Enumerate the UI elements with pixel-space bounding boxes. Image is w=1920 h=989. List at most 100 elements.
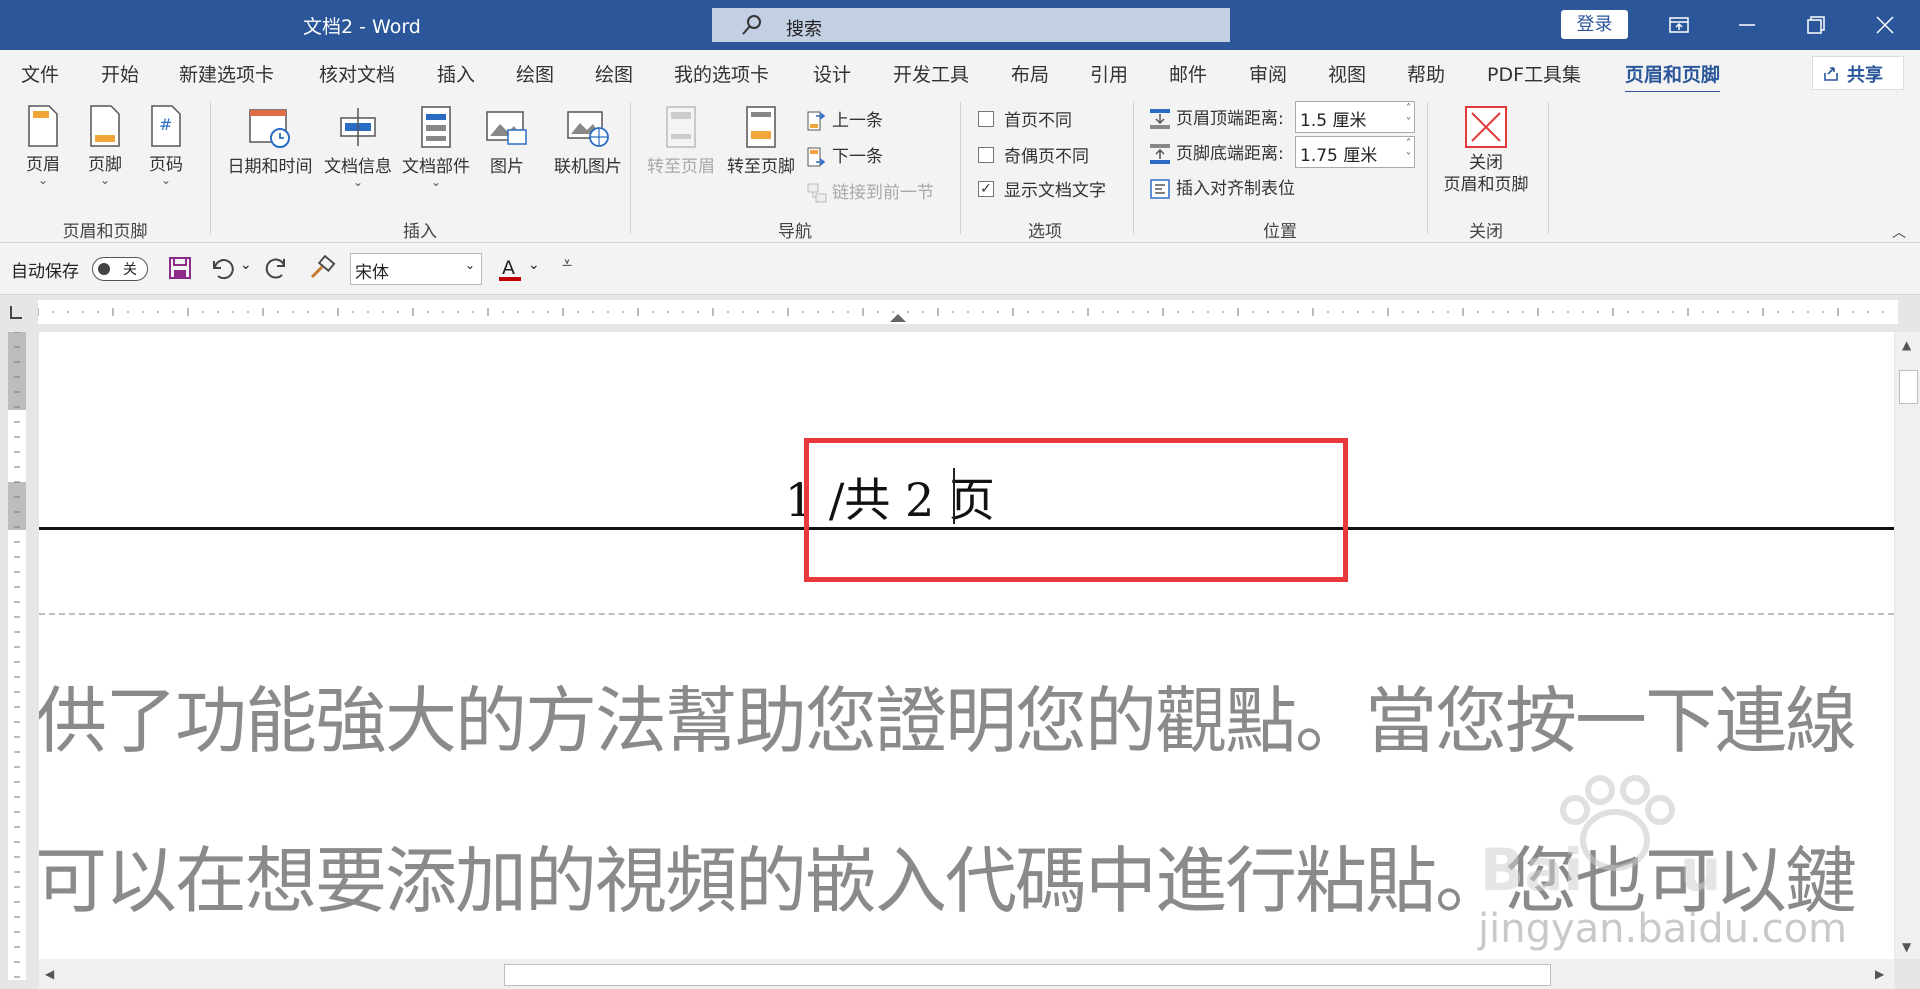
chevron-down-icon: ⌄ xyxy=(99,173,111,187)
search-box[interactable]: 搜索 xyxy=(712,8,1230,42)
goto-header-icon xyxy=(666,106,696,148)
tab-draw-2[interactable]: 绘图 xyxy=(595,60,633,87)
ribbon-display-options-icon[interactable] xyxy=(1659,10,1699,40)
goto-footer-icon xyxy=(746,106,776,148)
login-button[interactable]: 登录 xyxy=(1561,10,1628,39)
quick-parts-icon xyxy=(421,106,451,148)
tab-file[interactable]: 文件 xyxy=(21,60,59,87)
docinfo-button[interactable]: 文档信息 ⌄ xyxy=(322,104,394,189)
save-icon[interactable] xyxy=(167,255,193,281)
close-label-line1: 关闭 xyxy=(1469,153,1503,173)
chevron-down-icon: ⌄ xyxy=(352,175,364,189)
show-document-text-checkbox[interactable]: ✓ 显示文档文字 xyxy=(978,176,1106,201)
font-color-dropdown-icon[interactable]: ⌄ xyxy=(528,257,540,273)
goto-footer-label: 转至页脚 xyxy=(727,157,795,177)
quickparts-label: 文档部件 xyxy=(402,157,470,177)
goto-header-button[interactable]: 转至页眉 xyxy=(642,104,720,177)
indent-marker-icon[interactable] xyxy=(890,314,906,322)
spinner-arrows-icon[interactable]: ˄ ˅ xyxy=(1406,102,1411,130)
chevron-down-icon: ⌄ xyxy=(464,258,475,272)
tab-view[interactable]: 视图 xyxy=(1328,60,1366,87)
footer-button[interactable]: 页脚 ⌄ xyxy=(80,104,130,187)
autosave-state: 关 xyxy=(123,262,137,278)
scroll-right-icon[interactable]: ▶ xyxy=(1875,967,1884,981)
vertical-ruler[interactable] xyxy=(8,332,26,980)
tab-design[interactable]: 设计 xyxy=(813,60,851,87)
collapse-ribbon-icon[interactable]: ︿ xyxy=(1892,222,1906,242)
tab-review-doc[interactable]: 核对文档 xyxy=(319,60,395,87)
link-previous-button[interactable]: 链接到前一节 xyxy=(806,178,934,204)
svg-text:Bai: Bai xyxy=(1480,836,1583,904)
spinner-arrows-icon[interactable]: ˄ ˅ xyxy=(1406,137,1411,165)
alignment-tab-icon xyxy=(1150,179,1170,199)
tab-selector[interactable] xyxy=(0,296,34,328)
next-section-icon xyxy=(807,147,826,167)
header-top-spinner[interactable]: 1.5 厘米 ˄ ˅ xyxy=(1295,101,1415,133)
footer-bottom-spinner[interactable]: 1.75 厘米 ˄ ˅ xyxy=(1295,136,1415,168)
tab-draw-1[interactable]: 绘图 xyxy=(516,60,554,87)
online-picture-button[interactable]: 联机图片 xyxy=(549,104,627,177)
close-header-footer-button[interactable]: 关闭 页眉和页脚 xyxy=(1436,104,1536,196)
tab-my-tab[interactable]: 我的选项卡 xyxy=(674,60,769,87)
quick-access-toolbar: 自动保存 关 ⌄ 宋体 ⌄ A ⌄ ⩡ xyxy=(0,243,1920,295)
baidu-watermark-logo: Bai u xyxy=(1480,775,1721,904)
close-label-line2: 页眉和页脚 xyxy=(1443,175,1529,195)
tab-review[interactable]: 审阅 xyxy=(1249,60,1287,87)
autosave-toggle[interactable]: 关 xyxy=(92,257,148,281)
group-label-navigation: 导航 xyxy=(778,222,812,242)
different-odd-even-checkbox[interactable]: 奇偶页不同 xyxy=(978,142,1089,167)
close-window-icon[interactable] xyxy=(1865,10,1905,40)
different-odd-even-label: 奇偶页不同 xyxy=(1004,147,1089,167)
footer-bottom-label: 页脚底端距离: xyxy=(1176,144,1284,164)
restore-icon[interactable] xyxy=(1795,10,1835,40)
vertical-scrollbar[interactable]: ▲ ▼ xyxy=(1895,332,1920,959)
share-button[interactable]: 共享 xyxy=(1812,56,1904,90)
tab-home[interactable]: 开始 xyxy=(101,60,139,87)
tab-pdf-tools[interactable]: PDF工具集 xyxy=(1487,60,1581,87)
scroll-thumb[interactable] xyxy=(504,964,1551,986)
redo-icon[interactable] xyxy=(264,255,292,281)
picture-button[interactable]: 图片 xyxy=(482,104,532,177)
tab-references[interactable]: 引用 xyxy=(1090,60,1128,87)
tab-layout[interactable]: 布局 xyxy=(1011,60,1049,87)
scroll-thumb[interactable] xyxy=(1899,370,1918,404)
document-info-icon xyxy=(340,108,376,146)
undo-dropdown-icon[interactable]: ⌄ xyxy=(240,257,252,273)
chevron-down-icon: ⌄ xyxy=(160,173,172,187)
tab-mailings[interactable]: 邮件 xyxy=(1169,60,1207,87)
tab-developer[interactable]: 开发工具 xyxy=(893,60,969,87)
left-tab-stop-icon xyxy=(10,306,22,319)
customize-qat-icon[interactable]: ⩡ xyxy=(562,253,572,274)
margin-shading xyxy=(8,482,26,530)
goto-footer-button[interactable]: 转至页脚 xyxy=(722,104,800,177)
window-title: 文档2 - Word xyxy=(303,16,421,38)
horizontal-scrollbar[interactable]: ◀ ▶ xyxy=(39,959,1894,989)
page-number-button[interactable]: # 页码 ⌄ xyxy=(141,104,191,187)
different-first-page-checkbox[interactable]: 首页不同 xyxy=(978,106,1072,131)
datetime-button[interactable]: 日期和时间 xyxy=(225,104,315,177)
goto-header-label: 转至页眉 xyxy=(647,157,715,177)
scroll-down-icon[interactable]: ▼ xyxy=(1902,940,1911,954)
horizontal-ruler[interactable] xyxy=(38,300,1898,324)
font-color-icon[interactable]: A xyxy=(496,255,524,283)
calendar-clock-icon xyxy=(249,109,290,148)
font-name-select[interactable]: 宋体 ⌄ xyxy=(350,253,482,285)
header-separator xyxy=(39,613,1894,615)
insert-alignment-tab-button[interactable]: 插入对齐制表位 xyxy=(1148,174,1295,201)
scroll-up-icon[interactable]: ▲ xyxy=(1902,338,1911,352)
tab-insert[interactable]: 插入 xyxy=(437,60,475,87)
next-button[interactable]: 下一条 xyxy=(806,142,883,168)
header-top-distance: 页眉顶端距离: xyxy=(1148,104,1284,131)
header-button[interactable]: 页眉 ⌄ xyxy=(18,104,68,186)
title-bar: 文档2 - Word 搜索 登录 xyxy=(0,0,1920,50)
minimize-icon[interactable] xyxy=(1727,10,1767,40)
tab-help[interactable]: 帮助 xyxy=(1407,60,1445,87)
format-painter-icon[interactable] xyxy=(308,255,336,281)
datetime-label: 日期和时间 xyxy=(227,157,313,177)
tab-new[interactable]: 新建选项卡 xyxy=(179,60,274,87)
undo-icon[interactable] xyxy=(208,255,236,281)
quickparts-button[interactable]: 文档部件 ⌄ xyxy=(400,104,472,188)
scroll-left-icon[interactable]: ◀ xyxy=(45,967,54,981)
previous-button[interactable]: 上一条 xyxy=(806,106,883,132)
tab-header-footer[interactable]: 页眉和页脚 xyxy=(1625,60,1721,94)
